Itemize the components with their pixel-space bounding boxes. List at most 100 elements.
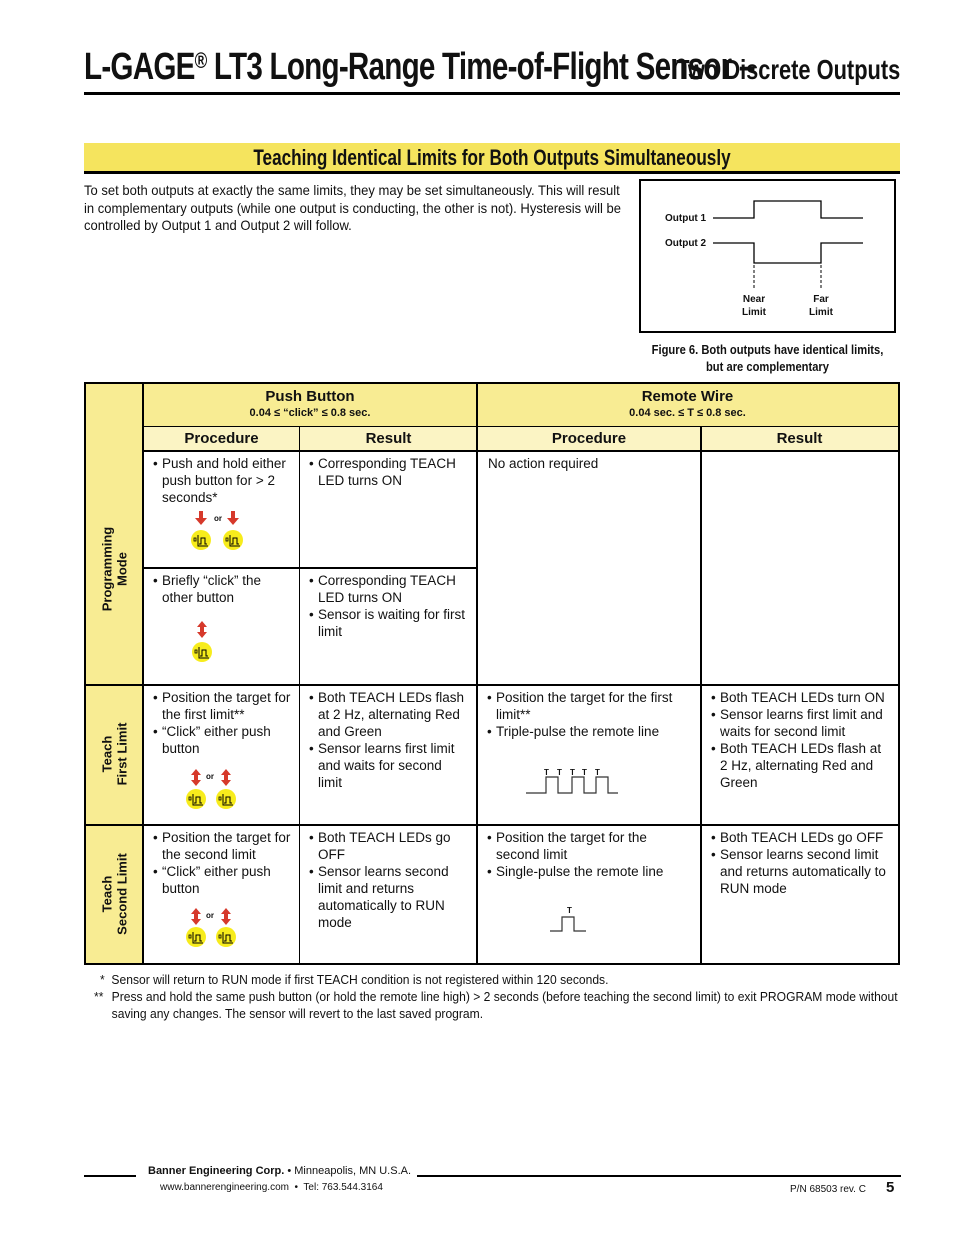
result-item: Corresponding TEACH LED turns ON (309, 455, 469, 489)
teach-button-icon (216, 789, 236, 809)
figure-caption-line1: Figure 6. Both outputs have identical li… (651, 342, 884, 357)
first-limit-remote-procedure: Position the target for the first limit*… (478, 686, 700, 740)
pulse-t-label: T (544, 768, 549, 777)
pulse-glyph-icon (218, 794, 233, 806)
click-arrow-icon (221, 769, 231, 786)
pulse-glyph-icon (193, 535, 208, 547)
column-header-remote-result: Result (701, 427, 898, 451)
row-label-teach-second-limit: Teach Second Limit (100, 837, 130, 952)
footnote-text: Press and hold the same push button (or … (111, 989, 898, 1021)
push-button-timing: 0.04 ≤ “click” ≤ 0.8 sec. (249, 407, 371, 419)
footnote-1: * Sensor will return to RUN mode if firs… (100, 971, 608, 988)
second-limit-push-result: Both TEACH LEDs go OFF Sensor learns sec… (300, 826, 477, 931)
procedure-item: Position the target for the second limit (487, 829, 692, 863)
output2-waveform (713, 242, 863, 264)
footer-company: Banner Engineering Corp. • Minneapolis, … (148, 1165, 411, 1177)
section-banner: Teaching Identical Limits for Both Outpu… (84, 143, 900, 174)
click-arrow-icon (221, 908, 231, 925)
procedure-item: Position the target for the first limit*… (153, 689, 291, 723)
click-arrow-icon (191, 769, 201, 786)
column-header-push-result: Result (300, 427, 477, 451)
or-label: or (206, 911, 214, 920)
row-label-line2: Mode (114, 552, 130, 586)
column-header-remote-procedure: Procedure (477, 427, 701, 451)
teach-button-icon (192, 642, 212, 662)
row-label-line1: Programming (99, 526, 115, 612)
section-title: Teaching Identical Limits for Both Outpu… (253, 145, 731, 170)
remote-wire-timing: 0.04 sec. ≤ T ≤ 0.8 sec. (629, 407, 746, 419)
pulse-t-label: T (595, 768, 600, 777)
second-limit-push-procedure: Position the target for the second limit… (144, 826, 299, 897)
second-limit-remote-result: Both TEACH LEDs go OFF Sensor learns sec… (702, 826, 898, 897)
result-item: Sensor learns first limit and waits for … (309, 740, 469, 791)
row-label-line2: Second Limit (114, 853, 130, 935)
remote-wire-title: Remote Wire (641, 388, 734, 405)
separator: • (288, 1182, 304, 1193)
result-item: Sensor learns first limit and waits for … (711, 706, 890, 740)
pulse-t-label: T (570, 768, 575, 777)
part-number: P/N 68503 rev. C (790, 1184, 866, 1195)
pulse-glyph-icon (194, 647, 209, 659)
procedure-item: Single-pulse the remote line (487, 863, 692, 880)
single-pulse-diagram (550, 916, 586, 932)
row-label-programming-mode: Programming Mode (100, 512, 130, 627)
pulse-t-label: T (582, 768, 587, 777)
result-item: Both TEACH LEDs go OFF (711, 829, 890, 846)
website-link[interactable]: www.bannerengineering.com (160, 1182, 289, 1193)
teach-button-icon (216, 927, 236, 947)
page-subtitle: Two Discrete Outputs (675, 54, 900, 85)
near-limit-label-line1: Near (742, 294, 766, 305)
first-limit-push-procedure: Position the target for the first limit*… (144, 686, 299, 757)
far-limit-label-line2: Limit (809, 307, 833, 318)
grid-line (143, 426, 898, 427)
result-item: Corresponding TEACH LED turns ON (309, 572, 469, 606)
far-limit-label-line1: Far (813, 294, 829, 305)
footnote-mark: * (100, 972, 105, 987)
result-item: Sensor learns second limit and returns a… (309, 863, 469, 931)
company-location: • Minneapolis, MN U.S.A. (284, 1165, 412, 1177)
click-arrow-icon (191, 908, 201, 925)
result-item: Both TEACH LEDs go OFF (309, 829, 469, 863)
procedure-item: Triple-pulse the remote line (487, 723, 692, 740)
output1-waveform (713, 200, 863, 219)
programming-step2-procedure: Briefly “click” the other button (144, 569, 299, 606)
procedure-item: “Click” either push button (153, 863, 291, 897)
row-label-line2: First Limit (114, 722, 130, 786)
title-product: LT3 Long-Range Time-of-Flight Sensor – (206, 46, 755, 88)
registered-mark: ® (194, 48, 208, 73)
footnote-2: ** Press and hold the same push button (… (94, 988, 903, 1022)
or-label: or (206, 772, 214, 781)
intro-paragraph: To set both outputs at exactly the same … (84, 182, 621, 233)
result-item: Both TEACH LEDs flash at 2 Hz, alternati… (711, 740, 890, 791)
row-label-line1: Teach (99, 735, 115, 773)
teach-button-icon (186, 789, 206, 809)
teach-button-icon (186, 927, 206, 947)
procedure-item: Position the target for the first limit*… (487, 689, 692, 723)
page-title: L-GAGE® LT3 Long-Range Time-of-Flight Se… (84, 46, 900, 95)
timing-figure: Output 1 Output 2 Near Limit Far Limit (639, 179, 896, 333)
title-brand: L-GAGE (84, 46, 195, 88)
programming-step1-result: Corresponding TEACH LED turns ON (300, 452, 477, 489)
figure-caption: Figure 6. Both outputs have identical li… (623, 341, 911, 375)
footnote-mark: ** (94, 989, 104, 1004)
single-pulse-waveform (550, 916, 586, 932)
procedure-item: Position the target for the second limit (153, 829, 291, 863)
page-number: 5 (886, 1179, 895, 1196)
remote-wire-header: Remote Wire 0.04 sec. ≤ T ≤ 0.8 sec. (477, 384, 898, 426)
pulse-t-label: T (567, 906, 572, 915)
result-item: Sensor learns second limit and returns a… (711, 846, 890, 897)
press-hold-arrow-icon (227, 511, 239, 525)
push-button-header: Push Button 0.04 ≤ “click” ≤ 0.8 sec. (143, 384, 477, 426)
pulse-glyph-icon (225, 535, 240, 547)
row-label-line1: Teach (99, 875, 115, 913)
near-limit-label-line2: Limit (742, 307, 766, 318)
programming-step2-result: Corresponding TEACH LED turns ON Sensor … (300, 569, 477, 640)
first-limit-push-result: Both TEACH LEDs flash at 2 Hz, alternati… (300, 686, 477, 791)
pulse-t-label: T (557, 768, 562, 777)
footer-rule-left (84, 1175, 136, 1177)
page-title-main: L-GAGE® LT3 Long-Range Time-of-Flight Se… (84, 46, 755, 89)
footer-rule-right (417, 1175, 901, 1177)
result-item: Both TEACH LEDs turn ON (711, 689, 890, 706)
result-item: Both TEACH LEDs flash at 2 Hz, alternati… (309, 689, 469, 740)
pulse-glyph-icon (218, 932, 233, 944)
